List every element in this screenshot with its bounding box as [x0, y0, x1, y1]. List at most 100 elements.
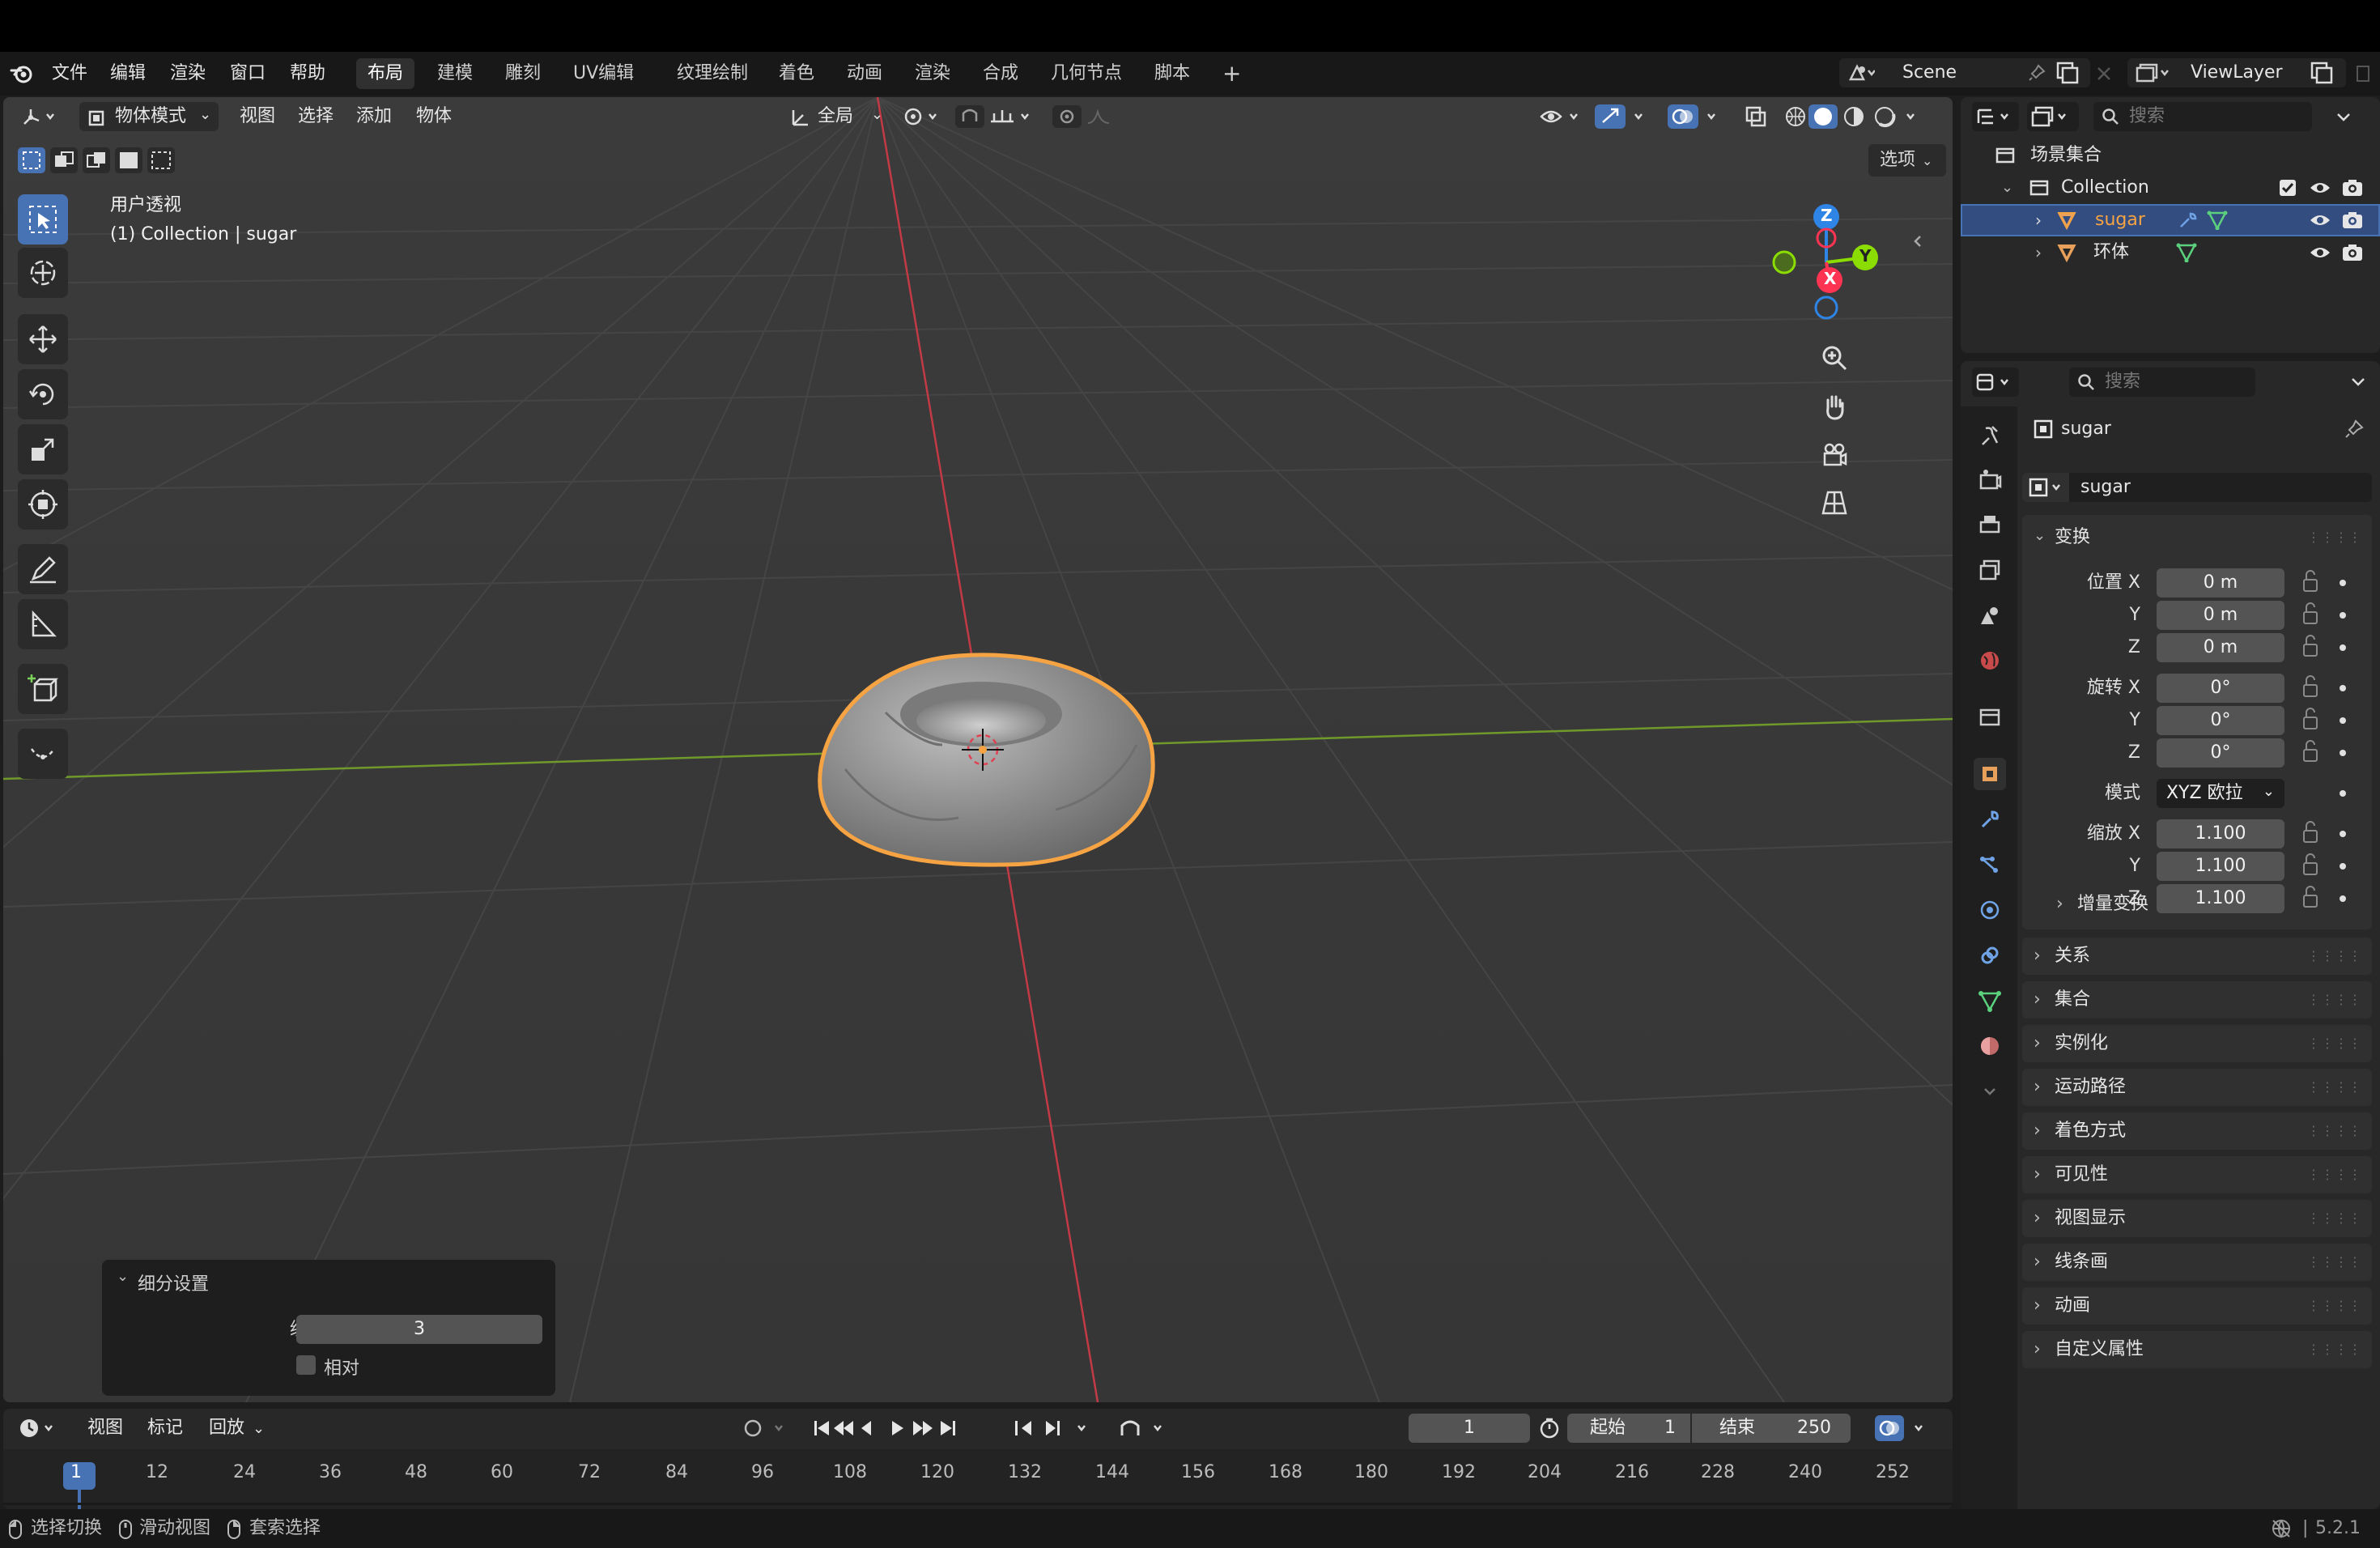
- transform-orientation[interactable]: 全局 ⌄: [788, 102, 886, 131]
- grip-icon[interactable]: ⋮⋮⋮⋮: [2307, 981, 2362, 1019]
- motion-paths-panel[interactable]: › 运动路径 ⋮⋮⋮⋮: [2022, 1069, 2372, 1106]
- grip-icon[interactable]: ⋮⋮⋮⋮: [2307, 1025, 2362, 1062]
- mesh-data-icon[interactable]: [2207, 211, 2228, 235]
- tab-layout[interactable]: 布局: [356, 58, 415, 89]
- 3d-viewport[interactable]: 物体模式 ⌄ 视图 选择 添加 物体 全局 ⌄ 选项 ⌄ 用户透视 (1) Co…: [3, 97, 1953, 1402]
- stopwatch-icon[interactable]: [1538, 1417, 1561, 1443]
- render-tab-icon[interactable]: [1974, 463, 2006, 495]
- tab-compositing[interactable]: 合成: [971, 58, 1030, 89]
- chevron-right-icon[interactable]: ›: [2035, 236, 2042, 269]
- tool-tab-icon[interactable]: [1974, 419, 2006, 452]
- outliner-row-scene-collection[interactable]: 场景集合: [1961, 139, 2380, 172]
- custom-properties-panel[interactable]: › 自定义属性 ⋮⋮⋮⋮: [2022, 1331, 2372, 1368]
- new-scene-icon[interactable]: [2055, 60, 2082, 86]
- tab-geometry-nodes[interactable]: 几何节点: [1039, 58, 1133, 89]
- filter-button[interactable]: [2320, 102, 2367, 131]
- grip-icon[interactable]: ⋮⋮⋮⋮: [2307, 938, 2362, 975]
- rotate-tool[interactable]: [18, 369, 68, 419]
- rotation-x-field[interactable]: 0°: [2157, 674, 2284, 703]
- grip-icon[interactable]: ⋮⋮⋮⋮: [2307, 1244, 2362, 1281]
- location-x-field[interactable]: 0 m: [2157, 568, 2284, 598]
- extra-tool[interactable]: [18, 729, 68, 779]
- location-y-field[interactable]: 0 m: [2157, 601, 2284, 630]
- select-mode-buttons[interactable]: [16, 144, 178, 176]
- tab-shading[interactable]: 着色: [767, 58, 826, 89]
- perspective-toggle-icon[interactable]: [1817, 484, 1852, 520]
- chevron-down-icon[interactable]: ⌄: [2001, 172, 2013, 204]
- transform-tool[interactable]: [18, 479, 68, 529]
- constraints-tab-icon[interactable]: [1974, 939, 2006, 972]
- menu-file[interactable]: 文件: [52, 52, 87, 96]
- camera-render-icon[interactable]: [2341, 178, 2364, 202]
- snap-timeline-button[interactable]: [1114, 1414, 1179, 1443]
- object-name-field[interactable]: sugar: [2069, 473, 2372, 502]
- select-box-tool[interactable]: [18, 194, 68, 245]
- menu-edit[interactable]: 编辑: [110, 52, 146, 96]
- output-tab-icon[interactable]: [1974, 508, 2006, 541]
- grip-icon[interactable]: ⋮⋮⋮⋮: [2307, 1112, 2362, 1150]
- playback-controls[interactable]: [811, 1414, 965, 1443]
- chevron-down-icon[interactable]: [2349, 372, 2367, 393]
- tab-sculpting[interactable]: 雕刻: [494, 58, 552, 89]
- new-view-layer-icon[interactable]: [2309, 60, 2336, 86]
- overlays-toggle[interactable]: [1668, 102, 1732, 131]
- modifier-wrench-icon[interactable]: [2178, 211, 2199, 235]
- view-layer-tab-icon[interactable]: [1974, 554, 2006, 586]
- start-frame-field[interactable]: 起始 1: [1567, 1414, 1690, 1443]
- snap-button[interactable]: [955, 102, 1046, 131]
- grip-icon[interactable]: ⋮⋮⋮⋮: [2307, 1287, 2362, 1325]
- view-layer-name[interactable]: ViewLayer: [2191, 58, 2283, 87]
- level-field[interactable]: 3: [296, 1315, 542, 1344]
- relative-checkbox[interactable]: [296, 1355, 316, 1375]
- properties-editor-type[interactable]: [1972, 368, 2019, 397]
- menu-window[interactable]: 窗口: [230, 52, 266, 96]
- auto-keying-toggle[interactable]: [732, 1414, 800, 1443]
- object-tab-icon[interactable]: [1974, 758, 2006, 790]
- network-disabled-icon[interactable]: [2270, 1517, 2293, 1545]
- menu-render[interactable]: 渲染: [170, 52, 206, 96]
- timeline-menu-marker[interactable]: 标记: [147, 1414, 183, 1443]
- tab-uv-editing[interactable]: UV编辑: [562, 58, 645, 89]
- gizmo-toggle[interactable]: [1595, 102, 1660, 131]
- tab-texture-paint[interactable]: 纹理绘制: [665, 58, 759, 89]
- pin-icon[interactable]: [2343, 418, 2365, 444]
- eye-icon[interactable]: [2309, 178, 2331, 202]
- camera-render-icon[interactable]: [2341, 211, 2364, 235]
- grip-icon[interactable]: ⋮⋮⋮⋮: [2307, 1331, 2362, 1368]
- tab-scripting[interactable]: 脚本: [1143, 58, 1201, 89]
- chevron-down-icon[interactable]: ⌄: [117, 1268, 129, 1285]
- xray-toggle[interactable]: [1744, 102, 1776, 131]
- shading-panel[interactable]: › 着色方式 ⋮⋮⋮⋮: [2022, 1112, 2372, 1150]
- camera-render-icon[interactable]: [2341, 243, 2364, 267]
- outliner-search-input[interactable]: 搜索: [2093, 102, 2312, 131]
- grip-icon[interactable]: ⋮⋮⋮⋮: [2307, 1069, 2362, 1106]
- tab-animation[interactable]: 动画: [835, 58, 894, 89]
- rotation-mode-dropdown[interactable]: XYZ 欧拉 ⌄: [2157, 779, 2284, 808]
- navigation-gizmo[interactable]: [1755, 199, 1885, 337]
- particles-tab-icon[interactable]: [1974, 848, 2006, 881]
- pin-icon[interactable]: [2027, 63, 2046, 83]
- display-mode-button[interactable]: [2027, 102, 2079, 131]
- outliner-editor-type[interactable]: [1972, 102, 2019, 131]
- current-frame-field[interactable]: 1: [1409, 1414, 1530, 1443]
- eye-icon[interactable]: [2309, 211, 2331, 235]
- physics-tab-icon[interactable]: [1974, 894, 2006, 926]
- mode-selector[interactable]: 物体模式 ⌄: [79, 102, 219, 131]
- collections-panel[interactable]: › 集合 ⋮⋮⋮⋮: [2022, 981, 2372, 1019]
- data-tab-icon[interactable]: [1974, 985, 2006, 1017]
- outliner-row-torus[interactable]: › 环体: [1961, 236, 2380, 269]
- transform-panel-header[interactable]: ⌄ 变换 ⋮⋮⋮⋮: [2022, 518, 2372, 557]
- material-tab-icon[interactable]: [1974, 1030, 2006, 1062]
- proportional-edit-button[interactable]: [1052, 102, 1117, 131]
- zoom-icon[interactable]: [1817, 340, 1852, 376]
- chevron-right-icon[interactable]: ›: [2035, 206, 2042, 235]
- viewport-display-panel[interactable]: › 视图显示 ⋮⋮⋮⋮: [2022, 1200, 2372, 1237]
- view-layer-selector[interactable]: ViewLayer: [2127, 58, 2346, 87]
- delta-transform-subpanel[interactable]: › 增量变换: [2045, 884, 2369, 925]
- eye-icon[interactable]: [2309, 243, 2331, 267]
- relations-panel[interactable]: › 关系 ⋮⋮⋮⋮: [2022, 938, 2372, 975]
- playback-dropdown[interactable]: 回放 ⌄: [209, 1414, 265, 1444]
- mesh-data-icon[interactable]: [2176, 243, 2197, 267]
- scale-tool[interactable]: [18, 424, 68, 474]
- menu-object[interactable]: 物体: [416, 102, 452, 131]
